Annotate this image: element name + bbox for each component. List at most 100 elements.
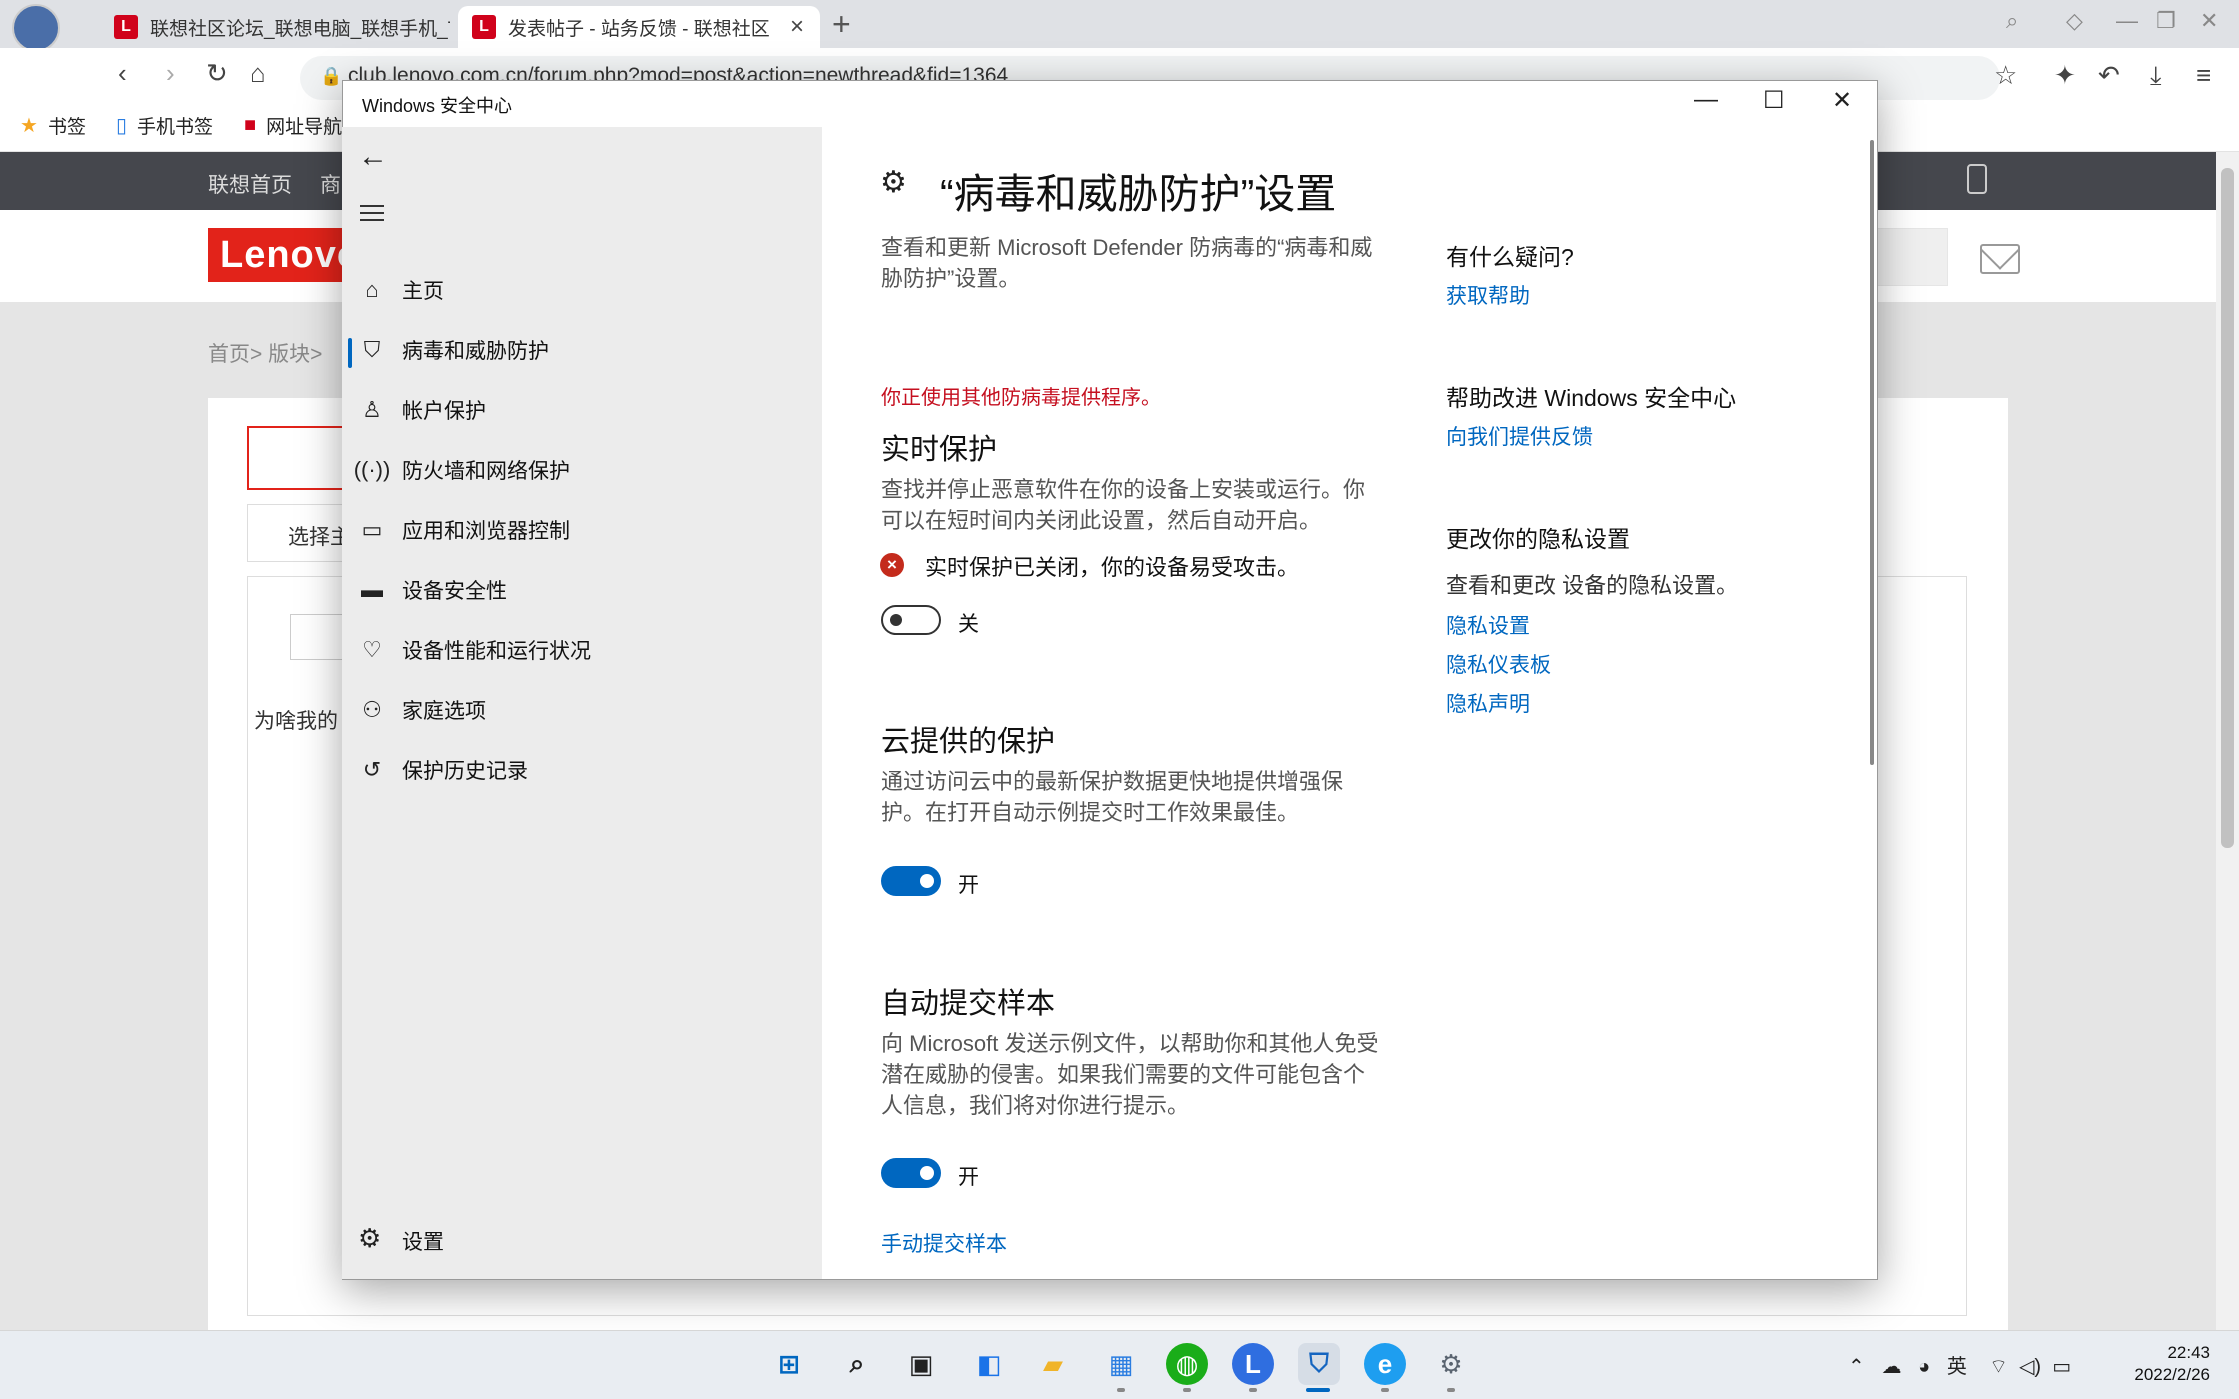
mobile-icon[interactable]	[1967, 164, 1987, 194]
new-tab-button[interactable]: +	[832, 6, 851, 43]
download-icon[interactable]: ⤓	[2150, 60, 2162, 92]
hamburger-menu-icon[interactable]	[360, 205, 384, 221]
manual-submit-link[interactable]: 手动提交样本	[881, 1228, 1007, 1258]
nav-item-firewall[interactable]: ((·)) 防火墙和网络保护	[342, 442, 822, 498]
pin-icon[interactable]: ◇	[2066, 8, 2083, 34]
privacy-heading: 更改你的隐私设置	[1446, 526, 1630, 552]
wechat-icon[interactable]: ◍	[1166, 1343, 1208, 1385]
person-icon: ♙	[362, 397, 382, 422]
feedback-link[interactable]: 向我们提供反馈	[1446, 421, 1593, 451]
bookmark-item[interactable]: ■ 网址导航	[244, 112, 342, 139]
site-search-box[interactable]	[1876, 228, 1948, 286]
system-tray[interactable]: ⌃ ☁ ◕ 英 ⌔ ◁) ▭	[1848, 1350, 2071, 1379]
nav-item-family[interactable]: ⚇ 家庭选项	[342, 682, 822, 738]
task-view-icon[interactable]: ▣	[900, 1343, 942, 1385]
page-scrollbar-thumb[interactable]	[2221, 168, 2234, 848]
site-nav-item[interactable]: 联想首页	[208, 169, 292, 199]
app-window-icon: ▭	[361, 517, 383, 542]
editor-toolbar-box[interactable]	[290, 614, 350, 660]
settings-app-icon[interactable]: ⚙	[1430, 1343, 1472, 1385]
volume-icon[interactable]: ◁)	[2019, 1356, 2041, 1378]
input-language[interactable]: 英	[1947, 1356, 1967, 1378]
browser-minimize-button[interactable]: —	[2116, 8, 2138, 34]
chevron-up-icon[interactable]: ⌃	[1848, 1356, 1865, 1378]
privacy-settings-link[interactable]: 隐私设置	[1446, 610, 1530, 640]
undo-icon[interactable]: ↶	[2098, 60, 2120, 91]
realtime-protection-toggle[interactable]	[881, 605, 941, 635]
wifi-icon: ((·))	[353, 457, 391, 482]
reload-icon[interactable]: ↻	[206, 58, 228, 89]
nav-label: 家庭选项	[402, 700, 486, 723]
settings-gear-icon[interactable]: ⚙	[358, 1223, 381, 1254]
lenovo-favicon: L	[114, 15, 138, 39]
close-tab-icon[interactable]: ×	[790, 13, 804, 41]
lenovo-favicon: L	[472, 15, 496, 39]
nav-item-app-browser[interactable]: ▭ 应用和浏览器控制	[342, 502, 822, 558]
mail-icon[interactable]	[1980, 244, 2020, 274]
site-nav-item[interactable]: 商	[320, 169, 341, 199]
back-icon[interactable]: ‹	[118, 58, 127, 89]
close-button[interactable]: ✕	[1832, 86, 1852, 115]
auto-submit-toggle[interactable]	[881, 1158, 941, 1188]
bookmark-label: 网址导航	[266, 117, 343, 138]
shield-icon: ⛉	[363, 337, 381, 362]
window-scrollbar[interactable]	[1870, 140, 1874, 765]
maximize-button[interactable]: ☐	[1763, 86, 1785, 115]
error-x-icon: ×	[880, 553, 904, 577]
nav-label: 设备性能和运行状况	[402, 640, 591, 663]
battery-icon[interactable]: ▭	[2052, 1356, 2071, 1378]
family-icon: ⚇	[362, 697, 382, 722]
cloud-icon[interactable]: ☁	[1881, 1356, 1901, 1378]
store-icon[interactable]: ▦	[1100, 1343, 1142, 1385]
questions-heading: 有什么疑问?	[1446, 244, 1574, 270]
bookmark-star-icon[interactable]: ☆	[1994, 60, 2017, 91]
cloud-protection-toggle[interactable]	[881, 866, 941, 896]
heart-icon: ♡	[362, 637, 382, 662]
nav-label: 保护历史记录	[402, 760, 528, 783]
cloud-protection-description: 通过访问云中的最新保护数据更快地提供增强保护。在打开自动示例提交时工作效果最佳。	[881, 769, 1344, 825]
nav-item-device-security[interactable]: ▬ 设备安全性	[342, 562, 822, 618]
lenovo-app-icon[interactable]: L	[1232, 1343, 1274, 1385]
breadcrumb[interactable]: 首页> 版块>	[208, 338, 322, 368]
bookmark-item[interactable]: ▯ 手机书签	[116, 112, 213, 139]
extensions-icon[interactable]: ✦	[2054, 60, 2076, 91]
browser-tab-post[interactable]: L 发表帖子 - 站务反馈 - 联想社区 ×	[458, 6, 820, 48]
nav-item-virus-protection[interactable]: ⛉ 病毒和威胁防护	[342, 322, 822, 378]
browser-close-button[interactable]: ✕	[2200, 8, 2218, 34]
qq-icon[interactable]: ◕	[1918, 1356, 1930, 1378]
browser-restore-button[interactable]: ❐	[2156, 8, 2176, 34]
widgets-icon[interactable]: ◧	[968, 1343, 1010, 1385]
browser-icon[interactable]: e	[1364, 1343, 1406, 1385]
nav-item-account[interactable]: ♙ 帐户保护	[342, 382, 822, 438]
bookmark-item[interactable]: ★ 书签	[20, 112, 86, 139]
start-icon[interactable]: ⊞	[768, 1343, 810, 1385]
clock[interactable]: 22:43 2022/2/26	[2110, 1342, 2210, 1386]
browser-tab-forum[interactable]: L 联想社区论坛_联想电脑_联想手机_T	[100, 6, 450, 48]
post-body-text: 为啥我的	[254, 710, 338, 733]
privacy-statement-link[interactable]: 隐私声明	[1446, 688, 1530, 718]
tab-search-icon[interactable]: ⌕	[2006, 8, 2018, 34]
profile-avatar[interactable]	[12, 4, 60, 52]
realtime-error-message: 实时保护已关闭，你的设备易受攻击。	[925, 555, 1300, 580]
minimize-button[interactable]: —	[1694, 86, 1718, 114]
clock-time: 22:43	[2167, 1343, 2210, 1362]
windows-security-icon[interactable]: ⛉	[1298, 1343, 1340, 1385]
nav-item-performance[interactable]: ♡ 设备性能和运行状况	[342, 622, 822, 678]
home-icon[interactable]: ⌂	[250, 58, 266, 89]
forward-icon[interactable]: ›	[166, 58, 175, 89]
nav-item-home[interactable]: ⌂ 主页	[342, 262, 822, 318]
running-indicator	[1381, 1388, 1389, 1392]
privacy-dashboard-link[interactable]: 隐私仪表板	[1446, 649, 1551, 679]
realtime-toggle-state: 关	[958, 613, 979, 636]
back-arrow-icon[interactable]: ←	[358, 140, 388, 174]
nav-label: 设备安全性	[402, 580, 507, 603]
wifi-icon[interactable]: ⌔	[1989, 1356, 2008, 1378]
get-help-link[interactable]: 获取帮助	[1446, 280, 1530, 310]
running-indicator	[1447, 1388, 1455, 1392]
menu-icon[interactable]: ≡	[2196, 60, 2211, 91]
file-explorer-icon[interactable]: ▰	[1032, 1343, 1074, 1385]
nav-item-history[interactable]: ↺ 保护历史记录	[342, 742, 822, 798]
search-icon[interactable]: ⌕	[836, 1343, 878, 1385]
settings-link[interactable]: 设置	[402, 1226, 444, 1256]
cloud-toggle-state: 开	[958, 874, 979, 897]
